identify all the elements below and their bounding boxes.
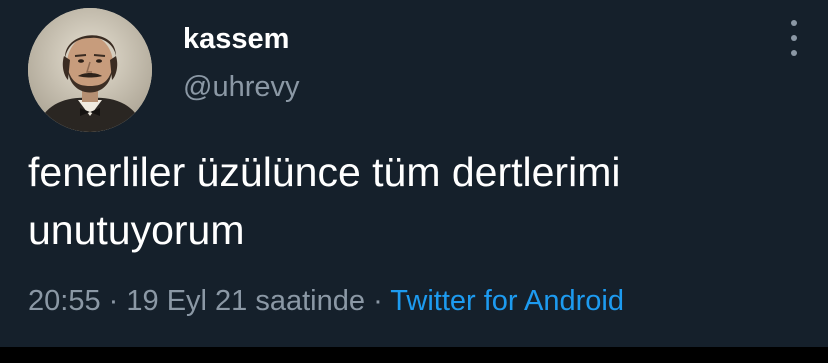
tweet-date[interactable]: 19 Eyl 21 saatinde	[126, 285, 365, 317]
meta-separator: ·	[108, 285, 119, 317]
avatar[interactable]	[28, 8, 152, 132]
meta-separator: ·	[373, 285, 383, 317]
more-vertical-icon	[791, 35, 797, 41]
tweet-card: kassem @uhrevy fenerliler üzülünce tüm d…	[0, 0, 828, 347]
user-handle[interactable]: @uhrevy	[183, 70, 299, 104]
tweet-text: fenerliler üzülünce tüm dertlerimi unutu…	[28, 149, 621, 253]
more-vertical-icon	[791, 50, 797, 56]
more-vertical-icon	[791, 20, 797, 26]
tweet-time[interactable]: 20:55	[28, 285, 101, 317]
tweet-meta: 20:55 · 19 Eyl 21 saatinde · Twitter for…	[28, 283, 624, 319]
more-options-button[interactable]	[782, 20, 806, 56]
tweet-source-link[interactable]: Twitter for Android	[390, 285, 624, 317]
display-name[interactable]: kassem	[183, 22, 289, 56]
avatar-portrait-icon	[28, 8, 152, 132]
